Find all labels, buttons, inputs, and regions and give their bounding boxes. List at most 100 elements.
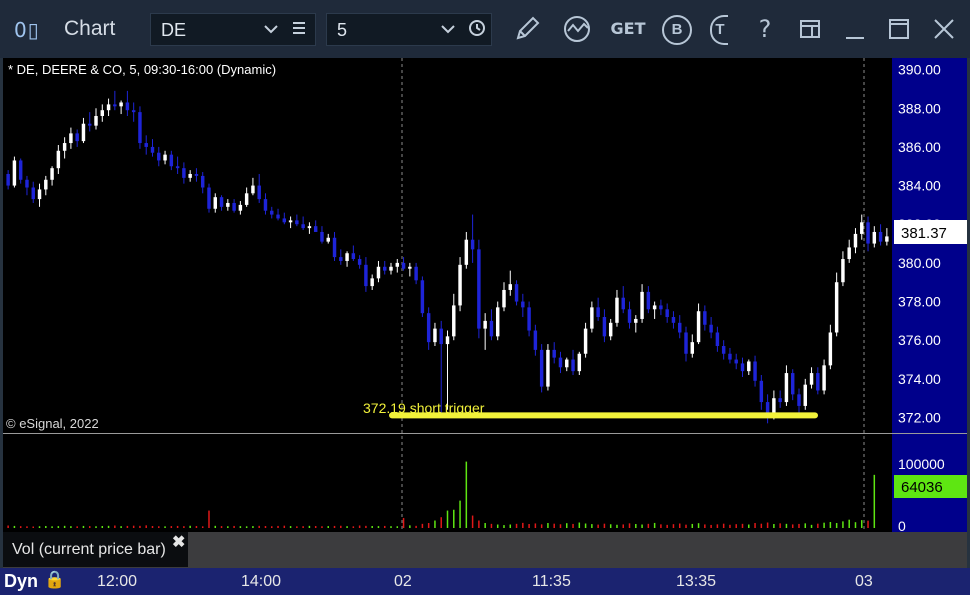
candle-body — [652, 305, 657, 310]
volume-bar — [101, 526, 104, 528]
volume-study-label[interactable]: Vol (current price bar) ✖ — [3, 532, 188, 567]
volume-bar — [553, 523, 555, 528]
price-tick-label: 388.00 — [898, 100, 941, 116]
volume-bar — [741, 523, 744, 528]
volume-bar — [591, 524, 593, 528]
candle-body — [464, 239, 469, 265]
price-tick-label: 372.00 — [898, 410, 941, 426]
volume-axis-max: 100000 — [898, 456, 945, 472]
candle-body — [62, 143, 67, 151]
volume-bar — [396, 526, 399, 528]
volume-bar — [440, 517, 442, 528]
candle-body — [207, 187, 211, 209]
volume-bar — [214, 525, 217, 528]
volume-bar — [528, 524, 530, 528]
volume-bar — [264, 526, 267, 528]
volume-bar — [823, 522, 825, 528]
volume-study-name: Vol (current price bar) — [12, 541, 166, 558]
candle-body — [483, 320, 487, 329]
volume-bar — [70, 526, 72, 528]
candle-body — [546, 349, 550, 387]
candle-body — [376, 266, 381, 279]
candle — [207, 183, 211, 213]
volume-bar — [183, 526, 185, 528]
candle-body — [401, 262, 406, 269]
volume-bar — [867, 520, 869, 528]
time-label-1135: 11:35 — [532, 573, 571, 590]
candle-body — [740, 363, 745, 372]
volume-bar — [434, 520, 436, 528]
time-axis[interactable]: Dyn 🔒 12:00 14:00 02 11:35 13:35 03 — [0, 568, 970, 595]
candle-body — [696, 311, 701, 343]
candle-body — [276, 214, 280, 219]
volume-bar — [314, 526, 317, 528]
lock-icon[interactable]: 🔒 — [44, 570, 65, 590]
volume-bar — [302, 526, 304, 528]
volume-bar — [641, 524, 643, 528]
volume-bar — [346, 526, 348, 528]
volume-bar — [710, 524, 712, 528]
volume-bar — [716, 524, 719, 528]
volume-bar — [465, 461, 468, 528]
candle-body — [313, 226, 318, 232]
candle-body — [131, 110, 136, 113]
volume-bar — [289, 526, 292, 528]
volume-bar — [515, 523, 518, 528]
volume-bar — [245, 526, 248, 528]
candle-body — [866, 222, 870, 244]
volume-bar — [572, 523, 574, 528]
chart-canvas[interactable]: 372.19 short trigger * DE, DEERE & CO, 5… — [0, 0, 970, 595]
candle-body — [797, 394, 801, 406]
volume-bar — [496, 524, 499, 528]
volume-bar — [164, 526, 166, 528]
candle-body — [119, 102, 123, 107]
price-tick-label: 386.00 — [898, 139, 941, 155]
candle-body — [703, 311, 707, 325]
volume-bar — [296, 526, 298, 528]
candle-body — [684, 332, 688, 354]
candle-body — [138, 112, 142, 144]
candle-body — [25, 179, 29, 188]
candle-body — [721, 346, 726, 354]
volume-bar — [810, 524, 813, 528]
volume-bar — [327, 526, 329, 528]
watermark: © eSignal, 2022 — [6, 416, 99, 431]
candle-body — [200, 175, 205, 188]
price-tick-label: 380.00 — [898, 255, 941, 271]
volume-bar — [82, 525, 85, 528]
volume-bar — [7, 525, 9, 528]
volume-bar — [566, 523, 568, 528]
close-study-icon[interactable]: ✖ — [172, 532, 185, 552]
volume-bar — [704, 524, 706, 528]
candle-body — [301, 224, 305, 229]
candle-body — [489, 320, 494, 337]
volume-bar — [748, 524, 750, 528]
candle-body — [495, 307, 500, 337]
dynamic-mode-label[interactable]: Dyn — [4, 571, 38, 592]
candle-body — [389, 266, 393, 271]
volume-bar — [842, 521, 844, 528]
volume-bar — [51, 526, 53, 528]
candle-body — [37, 189, 42, 200]
candle-body — [822, 365, 826, 391]
candle-body — [527, 307, 531, 331]
candle-body — [50, 168, 54, 180]
volume-bar — [277, 525, 279, 528]
volume-bar — [208, 510, 210, 528]
volume-bar — [227, 526, 229, 528]
candle-body — [458, 264, 462, 306]
volume-bar — [804, 523, 807, 528]
volume-bar — [722, 523, 725, 528]
time-label-1400: 14:00 — [241, 573, 282, 590]
candle-body — [395, 262, 400, 267]
volume-bar — [540, 524, 543, 528]
volume-bar — [383, 525, 386, 528]
volume-bar — [271, 526, 273, 528]
price-tick-label: 376.00 — [898, 332, 941, 348]
candle — [495, 301, 500, 341]
volume-bar — [170, 526, 173, 528]
volume-bar — [427, 523, 430, 528]
candle-body — [263, 199, 268, 211]
volume-bar — [547, 523, 549, 528]
volume-last-value: 64036 — [901, 479, 943, 496]
